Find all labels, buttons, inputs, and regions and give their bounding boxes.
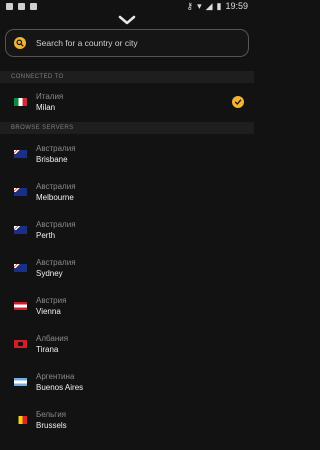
country-name: Бельгия bbox=[36, 410, 66, 419]
country-name: Австралия bbox=[36, 182, 76, 191]
country-name: Австрия bbox=[36, 296, 67, 305]
search-input[interactable] bbox=[34, 37, 240, 49]
image-notification-icon bbox=[6, 2, 13, 10]
server-list: Австралия Brisbane Австралия Melbourne А… bbox=[0, 135, 254, 439]
connected-server-labels: Италия Milan bbox=[36, 92, 223, 112]
country-name: Аргентина bbox=[36, 372, 75, 381]
city-name: Brisbane bbox=[36, 155, 68, 164]
city-name: Melbourne bbox=[36, 193, 74, 202]
city-name: Sydney bbox=[36, 269, 63, 278]
close-box-notification-icon bbox=[30, 2, 37, 10]
status-bar: ⚷ ▾ ◢ ▮ 19:59 bbox=[0, 0, 254, 12]
flag-italy-icon bbox=[14, 98, 27, 106]
connected-server-row[interactable]: Италия Milan bbox=[0, 83, 254, 121]
flag-australia-icon bbox=[14, 264, 27, 272]
server-row[interactable]: Бельгия Brussels bbox=[0, 401, 254, 439]
server-row[interactable]: Австралия Brisbane bbox=[0, 135, 254, 173]
status-time: 19:59 bbox=[225, 1, 248, 11]
server-row[interactable]: Австралия Melbourne bbox=[0, 173, 254, 211]
key-icon: ⚷ bbox=[186, 0, 194, 11]
notification-icons bbox=[6, 2, 37, 10]
printer-notification-icon bbox=[18, 2, 25, 10]
flag-albania-icon bbox=[14, 340, 27, 348]
server-labels: Австралия Perth bbox=[36, 220, 244, 240]
city-name: Vienna bbox=[36, 307, 61, 316]
flag-austria-icon bbox=[14, 302, 27, 310]
browse-section-header: BROWSE SERVERS bbox=[0, 122, 254, 134]
server-labels: Австралия Melbourne bbox=[36, 182, 244, 202]
wifi-icon: ▾ bbox=[197, 0, 202, 11]
server-labels: Албания Tirana bbox=[36, 334, 244, 354]
server-row[interactable]: Австралия Perth bbox=[0, 211, 254, 249]
country-name: Австралия bbox=[36, 220, 76, 229]
server-row[interactable]: Австрия Vienna bbox=[0, 287, 254, 325]
flag-argentina-icon bbox=[14, 378, 27, 386]
city-name: Tirana bbox=[36, 345, 59, 354]
server-row[interactable]: Австралия Sydney bbox=[0, 249, 254, 287]
collapse-handle[interactable] bbox=[0, 12, 254, 28]
system-status: ⚷ ▾ ◢ ▮ 19:59 bbox=[186, 1, 248, 11]
flag-australia-icon bbox=[14, 188, 27, 196]
search-icon bbox=[14, 37, 26, 49]
check-icon bbox=[232, 96, 244, 108]
country-name: Австралия bbox=[36, 144, 76, 153]
country-name: Австралия bbox=[36, 258, 76, 267]
chevron-down-icon bbox=[118, 15, 136, 25]
signal-icon: ◢ bbox=[205, 0, 213, 11]
server-labels: Австралия Brisbane bbox=[36, 144, 244, 164]
server-labels: Австралия Sydney bbox=[36, 258, 244, 278]
server-row[interactable]: Аргентина Buenos Aires bbox=[0, 363, 254, 401]
city-name: Perth bbox=[36, 231, 56, 240]
server-labels: Аргентина Buenos Aires bbox=[36, 372, 244, 392]
country-name: Албания bbox=[36, 334, 69, 343]
country-name: Италия bbox=[36, 92, 64, 101]
search-bar[interactable] bbox=[5, 29, 249, 57]
server-row[interactable]: Албания Tirana bbox=[0, 325, 254, 363]
connected-section-header: CONNECTED TO bbox=[0, 71, 254, 83]
city-name: Brussels bbox=[36, 421, 67, 430]
server-labels: Бельгия Brussels bbox=[36, 410, 244, 430]
server-labels: Австрия Vienna bbox=[36, 296, 244, 316]
flag-australia-icon bbox=[14, 150, 27, 158]
flag-belgium-icon bbox=[14, 416, 27, 424]
battery-icon: ▮ bbox=[216, 0, 222, 11]
city-name: Milan bbox=[36, 103, 56, 112]
flag-australia-icon bbox=[14, 226, 27, 234]
city-name: Buenos Aires bbox=[36, 383, 84, 392]
